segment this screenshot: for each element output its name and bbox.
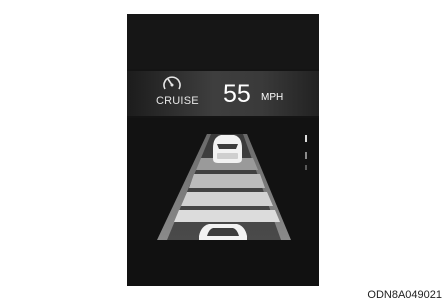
- distance-bar-2: [189, 174, 265, 188]
- cruise-speedometer-icon: [163, 76, 181, 90]
- top-panel: [127, 14, 319, 69]
- lead-vehicle-icon: [213, 135, 242, 163]
- distance-bar-4: [174, 210, 280, 222]
- speed-unit: MPH: [261, 92, 284, 103]
- side-indicator-2: [305, 152, 307, 159]
- distance-bar-3: [181, 192, 273, 206]
- bottom-panel: [127, 240, 319, 286]
- own-vehicle-icon: [199, 224, 247, 240]
- cruise-label: CRUISE: [156, 95, 199, 107]
- image-reference-code: ODN8A049021: [367, 289, 442, 301]
- cruise-info-bar: CRUISE 55 MPH: [127, 71, 319, 116]
- side-indicator-3: [305, 165, 307, 170]
- side-indicator-1: [305, 135, 307, 142]
- road-graphic: [157, 134, 307, 240]
- set-speed-value: 55: [223, 80, 251, 108]
- cluster-display: CRUISE 55 MPH: [127, 14, 319, 286]
- road-view: [127, 118, 319, 240]
